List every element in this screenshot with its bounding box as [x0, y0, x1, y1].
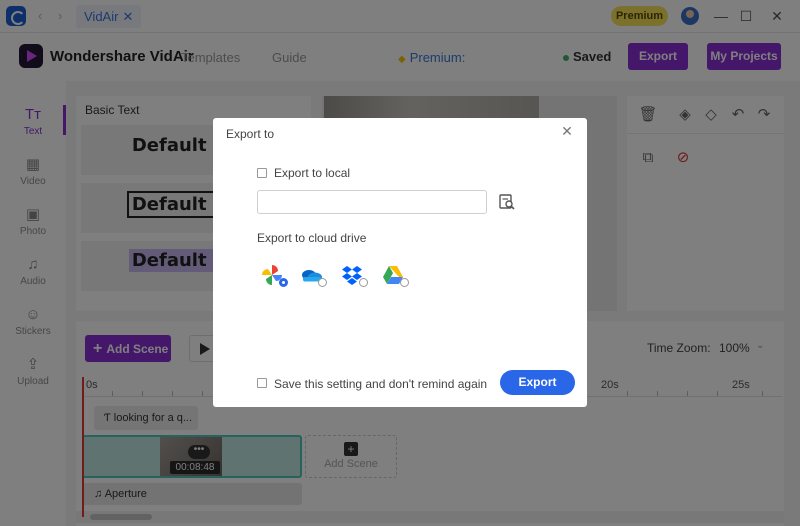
- onedrive-radio[interactable]: [318, 278, 327, 287]
- remember-setting-checkbox[interactable]: [257, 378, 267, 388]
- dropbox-radio[interactable]: [359, 278, 368, 287]
- remember-setting-label[interactable]: Save this setting and don't remind again: [274, 377, 487, 391]
- cloud-drive-label: Export to cloud drive: [257, 231, 367, 245]
- export-dialog: Export to ✕ Export to local Export to cl…: [213, 118, 587, 407]
- dialog-title: Export to: [226, 127, 275, 141]
- close-icon[interactable]: ✕: [559, 123, 575, 139]
- google-drive-radio[interactable]: [400, 278, 409, 287]
- export-path-input[interactable]: [257, 190, 487, 214]
- export-local-label[interactable]: Export to local: [274, 166, 350, 180]
- browse-folder-icon[interactable]: [498, 193, 516, 211]
- export-button[interactable]: Export: [500, 370, 575, 395]
- google-photos-radio[interactable]: [279, 278, 288, 287]
- export-local-checkbox[interactable]: [257, 168, 267, 178]
